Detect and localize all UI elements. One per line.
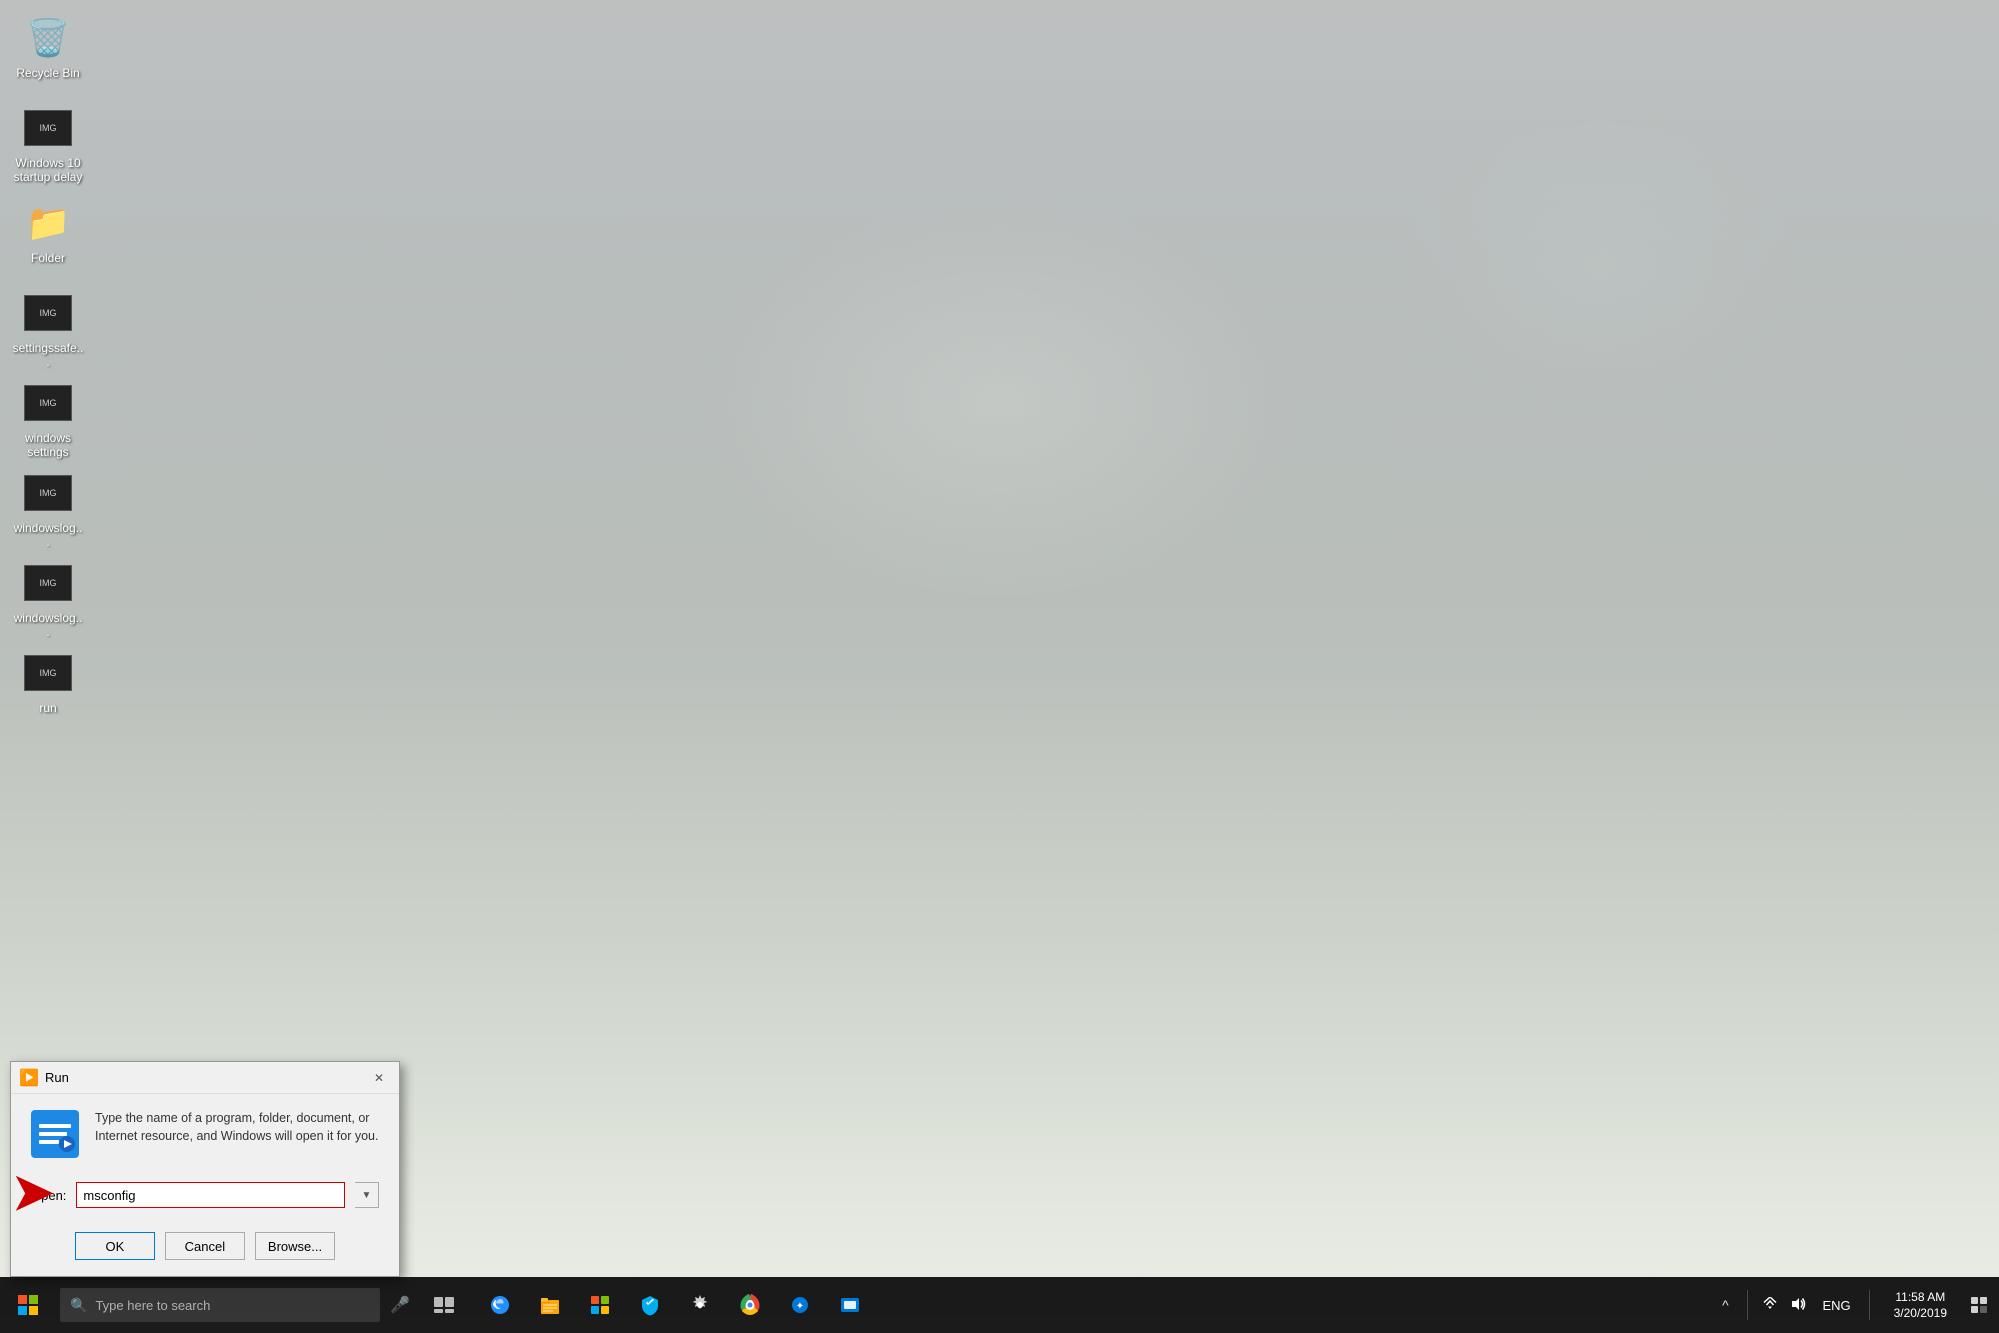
notification-center-button[interactable] (1959, 1277, 1999, 1333)
folder-icon: 📁 (24, 199, 72, 247)
run-icon: IMG (24, 649, 72, 697)
desktop-icon-windows-settings[interactable]: IMG windows settings (8, 375, 88, 464)
desktop-icon-startup-delay[interactable]: IMG Windows 10 startup delay (8, 100, 88, 189)
folder-label: Folder (31, 251, 65, 265)
taskbar-edge-button[interactable] (476, 1277, 524, 1333)
run-label: run (39, 701, 56, 715)
run-dialog-open-row: Open: ▼ (31, 1182, 379, 1208)
taskbar-apps: ✦ (476, 1277, 874, 1333)
taskbar: 🔍 Type here to search 🎤 (0, 1277, 1999, 1333)
taskbar-store-button[interactable] (576, 1277, 624, 1333)
windowslog2-icon: IMG (24, 559, 72, 607)
taskbar-task-view-button[interactable] (420, 1277, 468, 1333)
taskbar-mic-button[interactable]: 🎤 (380, 1277, 420, 1333)
taskbar-security-button[interactable] (626, 1277, 674, 1333)
run-dialog-titlebar: ▶️ Run ✕ (11, 1062, 399, 1094)
windowslog1-icon: IMG (24, 469, 72, 517)
startup-delay-icon: IMG (24, 104, 72, 152)
taskbar-app2-button[interactable] (826, 1277, 874, 1333)
recycle-bin-label: Recycle Bin (16, 66, 79, 80)
run-dialog-browse-button[interactable]: Browse... (255, 1232, 335, 1260)
tray-icons-group: ^ ENG (1707, 1290, 1881, 1320)
taskbar-settings-button[interactable] (676, 1277, 724, 1333)
desktop-icon-settingssafe[interactable]: IMG settingssafe... (8, 285, 88, 374)
run-dialog-run-icon (31, 1110, 79, 1158)
settingssafe-label: settingssafe... (12, 341, 84, 370)
run-dialog-body: Type the name of a program, folder, docu… (11, 1094, 399, 1174)
run-dialog-form: Open: ▼ (11, 1174, 399, 1224)
tray-volume-icon[interactable] (1788, 1297, 1808, 1314)
run-dialog-buttons: OK Cancel Browse... (11, 1224, 399, 1276)
windows-settings-icon: IMG (24, 379, 72, 427)
taskbar-app1-button[interactable]: ✦ (776, 1277, 824, 1333)
tray-network-icon[interactable] (1760, 1297, 1780, 1314)
search-icon: 🔍 (70, 1297, 87, 1314)
tray-date: 3/20/2019 (1894, 1306, 1947, 1320)
desktop-icon-recycle-bin[interactable]: 🗑️ Recycle Bin (8, 10, 88, 84)
tray-divider1 (1747, 1290, 1748, 1320)
run-dialog-input[interactable] (76, 1182, 345, 1208)
run-dialog-cancel-button[interactable]: Cancel (165, 1232, 245, 1260)
taskbar-explorer-button[interactable] (526, 1277, 574, 1333)
desktop-icon-windowslog2[interactable]: IMG windowslog... (8, 555, 88, 644)
desktop-icon-windowslog1[interactable]: IMG windowslog... (8, 465, 88, 554)
startup-delay-label: Windows 10 startup delay (12, 156, 84, 185)
tray-language-button[interactable]: ENG (1816, 1298, 1856, 1313)
system-tray: ^ ENG 1 (1707, 1277, 1999, 1333)
taskbar-search-placeholder: Type here to search (95, 1298, 210, 1313)
windowslog1-label: windowslog... (12, 521, 84, 550)
run-dialog-title: Run (45, 1070, 367, 1085)
tray-time: 11:58 AM (1895, 1290, 1945, 1304)
tray-clock[interactable]: 11:58 AM 3/20/2019 (1882, 1277, 1959, 1333)
windows-settings-label: windows settings (12, 431, 84, 460)
taskbar-search-bar[interactable]: 🔍 Type here to search (60, 1288, 380, 1322)
tray-divider2 (1869, 1290, 1870, 1320)
start-button[interactable] (0, 1277, 56, 1333)
run-dialog-icon: ▶️ (19, 1068, 39, 1088)
run-dialog-close-button[interactable]: ✕ (367, 1066, 391, 1090)
windowslog2-label: windowslog... (12, 611, 84, 640)
recycle-bin-icon: 🗑️ (24, 14, 72, 62)
run-dialog: ▶️ Run ✕ Type the name of a program, fol… (10, 1061, 400, 1277)
desktop-icon-run[interactable]: IMG run (8, 645, 88, 719)
run-dialog-dropdown-button[interactable]: ▼ (355, 1182, 379, 1208)
tray-expand-button[interactable]: ^ (1715, 1297, 1735, 1313)
svg-text:✦: ✦ (796, 1301, 804, 1312)
settingssafe-icon: IMG (24, 289, 72, 337)
red-arrow-indicator: ➤ (12, 1167, 54, 1217)
run-dialog-ok-button[interactable]: OK (75, 1232, 155, 1260)
run-dialog-description: Type the name of a program, folder, docu… (95, 1110, 379, 1145)
taskbar-chrome-button[interactable] (726, 1277, 774, 1333)
desktop-icon-folder[interactable]: 📁 Folder (8, 195, 88, 269)
